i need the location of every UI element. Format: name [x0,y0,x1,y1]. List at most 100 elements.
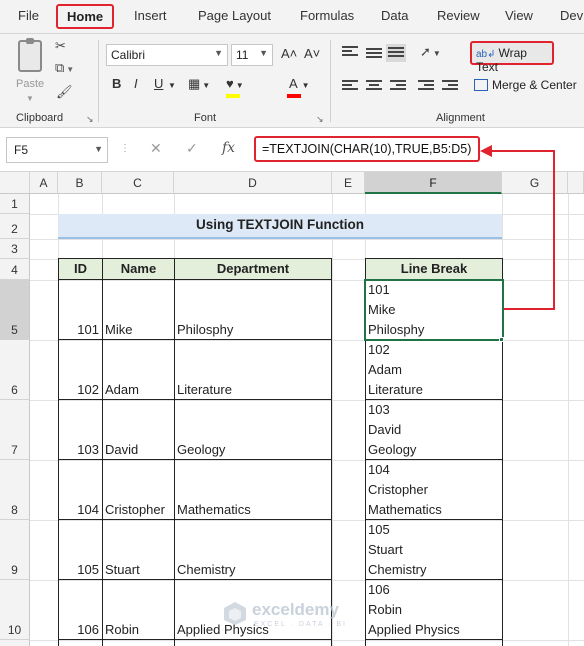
tab-home[interactable]: Home [56,4,115,29]
fill-handle[interactable] [499,337,504,342]
underline-button[interactable]: U [154,76,163,91]
more-options-icon[interactable]: ⋮ [120,143,130,154]
align-bottom-icon[interactable] [386,44,406,62]
row-header-3[interactable]: 3 [0,239,30,259]
cell-line-break[interactable] [365,639,503,646]
cell-name[interactable] [102,639,175,646]
font-launcher-icon[interactable]: ↘ [316,114,324,125]
sheet-title[interactable]: Using TEXTJOIN Function [58,214,502,239]
worksheet-grid[interactable]: A B C D E F G 1 2 3 4 5 6 7 8 9 10 Using… [0,172,584,646]
cell-department[interactable]: Literature [174,339,332,400]
cell-department[interactable]: Philosphy [174,279,332,340]
fill-color-icon[interactable]: ♥ ▼ [226,76,244,91]
clipboard-launcher-icon[interactable]: ↘ [86,114,94,125]
cell-id[interactable]: 106 [58,579,103,640]
cell-id[interactable]: 101 [58,279,103,340]
tab-file[interactable]: File [18,8,39,23]
cell-id[interactable]: 105 [58,519,103,580]
row-header-4[interactable]: 4 [0,259,30,280]
ribbon-tab-bar: File Home Insert Page Layout Formulas Da… [0,0,584,34]
decrease-indent-icon[interactable] [418,80,434,94]
tab-view[interactable]: View [505,8,533,23]
cell-department[interactable]: Geology [174,399,332,460]
cell-name[interactable]: Cristopher [102,459,175,520]
borders-icon[interactable]: ▦ ▼ [188,76,210,92]
enter-icon[interactable]: ✓ [186,140,198,157]
tab-data[interactable]: Data [381,8,408,23]
select-all-corner[interactable] [0,172,30,194]
clipboard-group-label: Clipboard [16,112,64,124]
cell-name[interactable]: David [102,399,175,460]
column-header-g[interactable]: G [502,172,568,194]
tab-developer[interactable]: Dev [560,8,583,23]
merge-center-button[interactable]: Merge & Center [474,78,577,92]
font-size-select[interactable]: 11 ▼ [231,44,273,66]
row-header-6[interactable]: 6 [0,340,30,400]
font-name-select[interactable]: Calibri ▼ [106,44,228,66]
cell-id[interactable] [58,639,103,646]
tab-formulas[interactable]: Formulas [300,8,354,23]
cell-line-break[interactable]: 106 Robin Applied Physics [365,579,503,640]
cell-line-break[interactable]: 104 Cristopher Mathematics [365,459,503,520]
column-header-c[interactable]: C [102,172,174,194]
cell-id[interactable]: 103 [58,399,103,460]
tab-insert[interactable]: Insert [134,8,167,23]
font-color-label: A [289,76,298,91]
cell-line-break[interactable]: 102 Adam Literature [365,339,503,400]
align-middle-icon[interactable] [366,48,382,62]
row-header-10[interactable]: 10 [0,580,30,640]
cell-name[interactable]: Robin [102,579,175,640]
tab-page-layout[interactable]: Page Layout [198,8,271,23]
cell-name[interactable]: Mike [102,279,175,340]
cell-line-break[interactable]: 101 Mike Philosphy [365,279,503,340]
row-header-11[interactable] [0,640,30,646]
align-top-icon[interactable] [342,46,358,60]
insert-function-icon[interactable]: fx [222,140,235,156]
copy-icon[interactable]: ⧉ ▼ [55,60,74,76]
cancel-icon[interactable]: ✕ [150,140,162,157]
cell-name[interactable]: Adam [102,339,175,400]
column-header-a[interactable]: A [30,172,58,194]
cell-department[interactable] [174,639,332,646]
cell-id[interactable]: 104 [58,459,103,520]
bold-button[interactable]: B [112,76,121,91]
header-line-break[interactable]: Line Break [365,258,503,280]
orientation-icon[interactable]: ➚ ▼ [420,44,441,60]
cell-line-break[interactable]: 103 David Geology [365,399,503,460]
cell-line-break[interactable]: 105 Stuart Chemistry [365,519,503,580]
formula-input[interactable]: =TEXTJOIN(CHAR(10),TRUE,B5:D5) [254,136,480,162]
cell-department[interactable]: Chemistry [174,519,332,580]
row-header-9[interactable]: 9 [0,520,30,580]
row-header-5[interactable]: 5 [0,280,30,340]
row-header-1[interactable]: 1 [0,194,30,214]
chevron-down-icon[interactable]: ▼ [168,81,176,90]
row-header-8[interactable]: 8 [0,460,30,520]
tab-review[interactable]: Review [437,8,480,23]
paste-button[interactable]: Paste ▼ [14,38,48,103]
header-department[interactable]: Department [174,258,332,280]
align-left-icon[interactable] [342,80,358,94]
column-header-b[interactable]: B [58,172,102,194]
font-color-button[interactable]: A ▼ [289,76,310,91]
italic-button[interactable]: I [134,76,138,91]
cell-name[interactable]: Stuart [102,519,175,580]
header-id[interactable]: ID [58,258,103,280]
decrease-font-size-button[interactable]: A˅ [304,46,320,61]
cell-department[interactable]: Mathematics [174,459,332,520]
increase-indent-icon[interactable] [442,80,458,94]
column-header-h[interactable] [568,172,584,194]
align-right-icon[interactable] [390,80,406,94]
name-box[interactable]: F5 ▼ [6,137,108,163]
wrap-text-button[interactable]: ab↲ Wrap Text [470,41,554,74]
format-painter-icon[interactable]: 🖌 [56,84,73,100]
row-header-2[interactable]: 2 [0,214,30,239]
column-header-d[interactable]: D [174,172,332,194]
header-name[interactable]: Name [102,258,175,280]
cut-icon[interactable]: ✂ [55,38,66,54]
align-center-icon[interactable] [366,80,382,94]
column-header-e[interactable]: E [332,172,365,194]
row-header-7[interactable]: 7 [0,400,30,460]
column-header-f[interactable]: F [365,172,502,194]
increase-font-size-button[interactable]: A˄ [281,46,297,61]
cell-id[interactable]: 102 [58,339,103,400]
